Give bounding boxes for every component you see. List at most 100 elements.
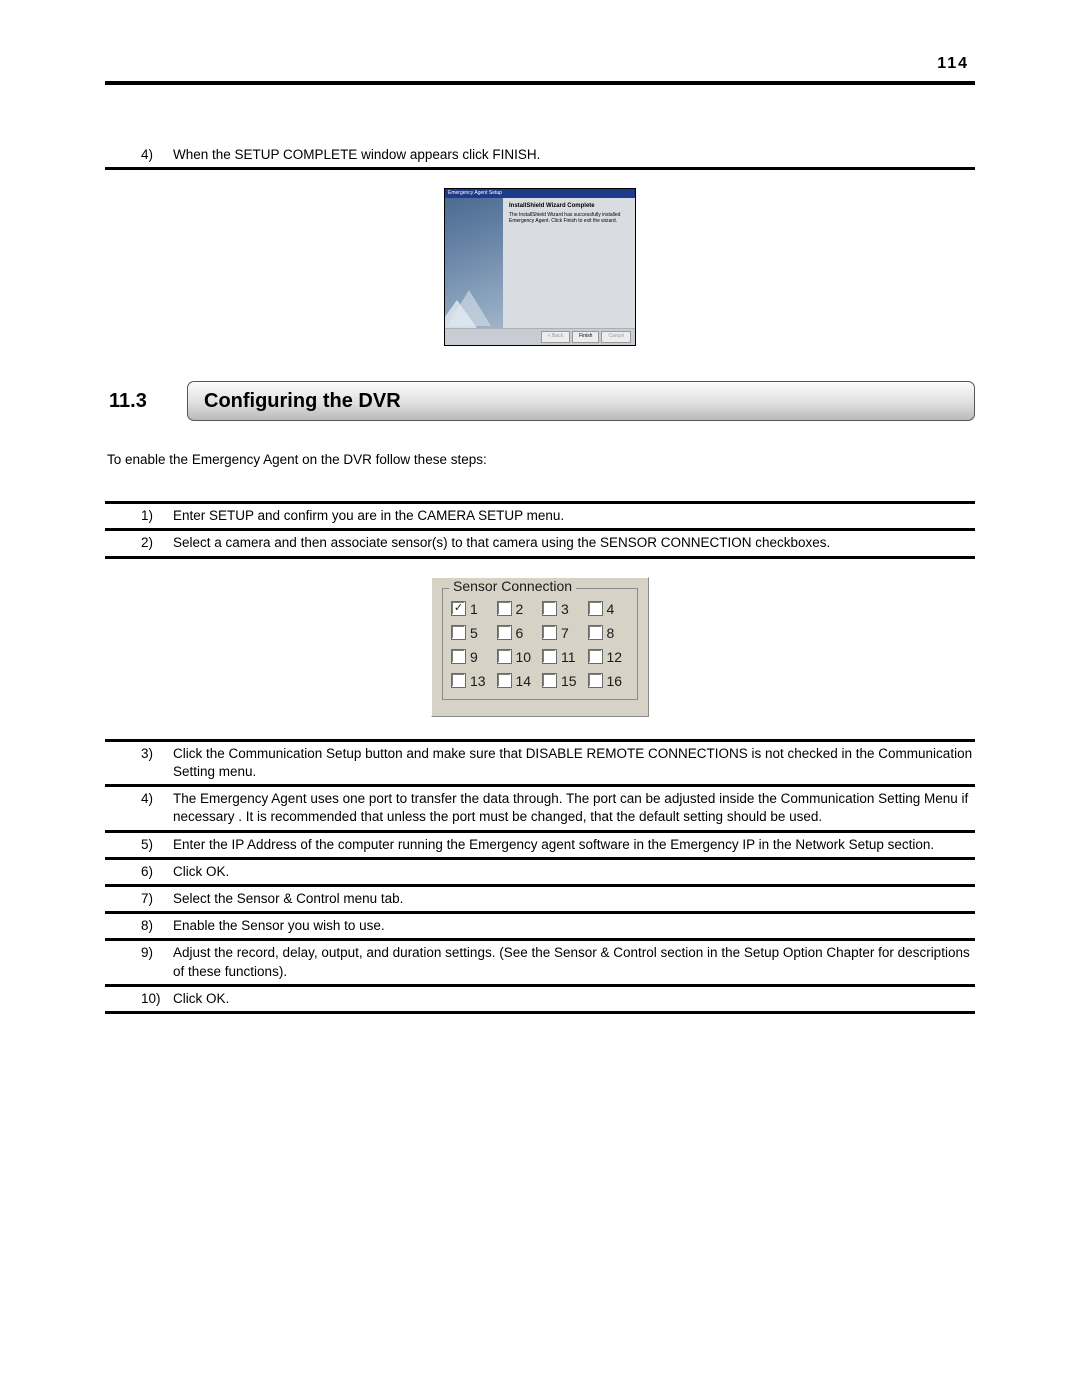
instruction-text: When the SETUP COMPLETE window appears c… bbox=[173, 146, 975, 164]
instruction-number: 1) bbox=[141, 507, 173, 525]
instruction-text: Select a camera and then associate senso… bbox=[173, 534, 975, 552]
sensor-checkbox-16[interactable]: 16 bbox=[588, 673, 630, 689]
sensor-checkbox-11[interactable]: 11 bbox=[542, 649, 584, 665]
sensor-checkbox-label: 8 bbox=[607, 625, 615, 641]
row-separator bbox=[105, 167, 975, 170]
sensor-checkbox-label: 13 bbox=[470, 673, 486, 689]
instruction-text: Click the Communication Setup button and… bbox=[173, 745, 975, 781]
section-number: 11.3 bbox=[105, 390, 187, 413]
section-heading: 11.3 Configuring the DVR bbox=[105, 380, 975, 422]
sensor-checkbox-label: 4 bbox=[607, 601, 615, 617]
sensor-checkbox-12[interactable]: 12 bbox=[588, 649, 630, 665]
instruction-text: Enter SETUP and confirm you are in the C… bbox=[173, 507, 975, 525]
instruction-number: 5) bbox=[141, 836, 173, 854]
instruction-text: Select the Sensor & Control menu tab. bbox=[173, 890, 975, 908]
instruction-row: 4) When the SETUP COMPLETE window appear… bbox=[105, 143, 975, 167]
install-body-text: The InstallShield Wizard has successfull… bbox=[509, 212, 629, 224]
instruction-row: 10) Click OK. bbox=[105, 987, 975, 1011]
sensor-checkbox-label: 16 bbox=[607, 673, 623, 689]
checkbox-icon[interactable] bbox=[542, 601, 557, 616]
sensor-checkbox-label: 10 bbox=[516, 649, 532, 665]
checkbox-icon[interactable] bbox=[451, 649, 466, 664]
checkbox-icon[interactable] bbox=[588, 649, 603, 664]
instruction-text: Enable the Sensor you wish to use. bbox=[173, 917, 975, 935]
instruction-text: Adjust the record, delay, output, and du… bbox=[173, 944, 975, 980]
sensor-checkbox-4[interactable]: 4 bbox=[588, 601, 630, 617]
instruction-number: 7) bbox=[141, 890, 173, 908]
sensor-connection-screenshot: Sensor Connection ✓123456789101112131415… bbox=[105, 577, 975, 717]
checkbox-icon[interactable] bbox=[542, 673, 557, 688]
instruction-row: 9) Adjust the record, delay, output, and… bbox=[105, 941, 975, 983]
sensor-checkbox-5[interactable]: 5 bbox=[451, 625, 493, 641]
page-number: 114 bbox=[105, 55, 975, 73]
back-button[interactable]: < Back bbox=[541, 331, 570, 343]
install-titlebar: Emergency Agent Setup bbox=[445, 189, 635, 198]
install-content: InstallShield Wizard Complete The Instal… bbox=[503, 198, 635, 328]
install-footer: < Back Finish Cancel bbox=[445, 328, 635, 344]
checkbox-icon[interactable] bbox=[497, 649, 512, 664]
install-wizard-screenshot: Emergency Agent Setup InstallShield Wiza… bbox=[105, 188, 975, 346]
sensor-checkbox-label: 12 bbox=[607, 649, 623, 665]
checkbox-icon[interactable] bbox=[588, 601, 603, 616]
sensor-checkbox-label: 5 bbox=[470, 625, 478, 641]
checkbox-icon[interactable] bbox=[451, 625, 466, 640]
instruction-number: 8) bbox=[141, 917, 173, 935]
instruction-row: 6) Click OK. bbox=[105, 860, 975, 884]
sensor-checkbox-label: 9 bbox=[470, 649, 478, 665]
sensor-checkbox-2[interactable]: 2 bbox=[497, 601, 539, 617]
sensor-checkbox-10[interactable]: 10 bbox=[497, 649, 539, 665]
instruction-row: 2) Select a camera and then associate se… bbox=[105, 531, 975, 555]
checkbox-icon[interactable] bbox=[542, 649, 557, 664]
section-title: Configuring the DVR bbox=[187, 381, 975, 421]
checkbox-icon[interactable] bbox=[542, 625, 557, 640]
instruction-text: Enter the IP Address of the computer run… bbox=[173, 836, 975, 854]
instruction-row: 8) Enable the Sensor you wish to use. bbox=[105, 914, 975, 938]
instruction-row: 7) Select the Sensor & Control menu tab. bbox=[105, 887, 975, 911]
checkbox-icon[interactable] bbox=[497, 625, 512, 640]
instruction-row: 1) Enter SETUP and confirm you are in th… bbox=[105, 504, 975, 528]
finish-button[interactable]: Finish bbox=[572, 331, 599, 343]
sensor-checkbox-label: 6 bbox=[516, 625, 524, 641]
sensor-checkbox-6[interactable]: 6 bbox=[497, 625, 539, 641]
checkbox-icon[interactable] bbox=[451, 673, 466, 688]
sensor-checkbox-label: 14 bbox=[516, 673, 532, 689]
page-rule bbox=[105, 81, 975, 85]
row-separator bbox=[105, 1011, 975, 1014]
section-intro: To enable the Emergency Agent on the DVR… bbox=[105, 452, 975, 467]
checkbox-icon[interactable] bbox=[588, 673, 603, 688]
sensor-checkbox-label: 1 bbox=[470, 601, 478, 617]
instruction-text: Click OK. bbox=[173, 863, 975, 881]
checkbox-icon[interactable]: ✓ bbox=[451, 601, 466, 616]
install-window: Emergency Agent Setup InstallShield Wiza… bbox=[444, 188, 636, 346]
sensor-checkbox-14[interactable]: 14 bbox=[497, 673, 539, 689]
sensor-checkbox-label: 11 bbox=[561, 649, 576, 665]
install-sidebar-graphic bbox=[445, 198, 503, 328]
instruction-text: The Emergency Agent uses one port to tra… bbox=[173, 790, 975, 826]
sensor-checkbox-1[interactable]: ✓1 bbox=[451, 601, 493, 617]
sensor-checkbox-7[interactable]: 7 bbox=[542, 625, 584, 641]
instruction-number: 4) bbox=[141, 146, 173, 164]
sensor-checkbox-9[interactable]: 9 bbox=[451, 649, 493, 665]
instruction-number: 10) bbox=[141, 990, 173, 1008]
sensor-groupbox-legend: Sensor Connection bbox=[449, 578, 576, 594]
sensor-checkbox-label: 15 bbox=[561, 673, 577, 689]
instruction-number: 2) bbox=[141, 534, 173, 552]
instruction-text: Click OK. bbox=[173, 990, 975, 1008]
cancel-button[interactable]: Cancel bbox=[601, 331, 631, 343]
checkbox-icon[interactable] bbox=[497, 673, 512, 688]
instruction-row: 5) Enter the IP Address of the computer … bbox=[105, 833, 975, 857]
sensor-checkbox-15[interactable]: 15 bbox=[542, 673, 584, 689]
sensor-checkbox-13[interactable]: 13 bbox=[451, 673, 493, 689]
sensor-checkbox-label: 3 bbox=[561, 601, 569, 617]
instruction-row: 4) The Emergency Agent uses one port to … bbox=[105, 787, 975, 829]
sensor-checkbox-label: 2 bbox=[516, 601, 524, 617]
sensor-checkbox-3[interactable]: 3 bbox=[542, 601, 584, 617]
checkbox-icon[interactable] bbox=[497, 601, 512, 616]
instruction-number: 4) bbox=[141, 790, 173, 808]
install-heading: InstallShield Wizard Complete bbox=[509, 203, 629, 209]
sensor-checkbox-8[interactable]: 8 bbox=[588, 625, 630, 641]
checkbox-icon[interactable] bbox=[588, 625, 603, 640]
instruction-number: 9) bbox=[141, 944, 173, 962]
instruction-number: 3) bbox=[141, 745, 173, 763]
row-separator bbox=[105, 556, 975, 559]
